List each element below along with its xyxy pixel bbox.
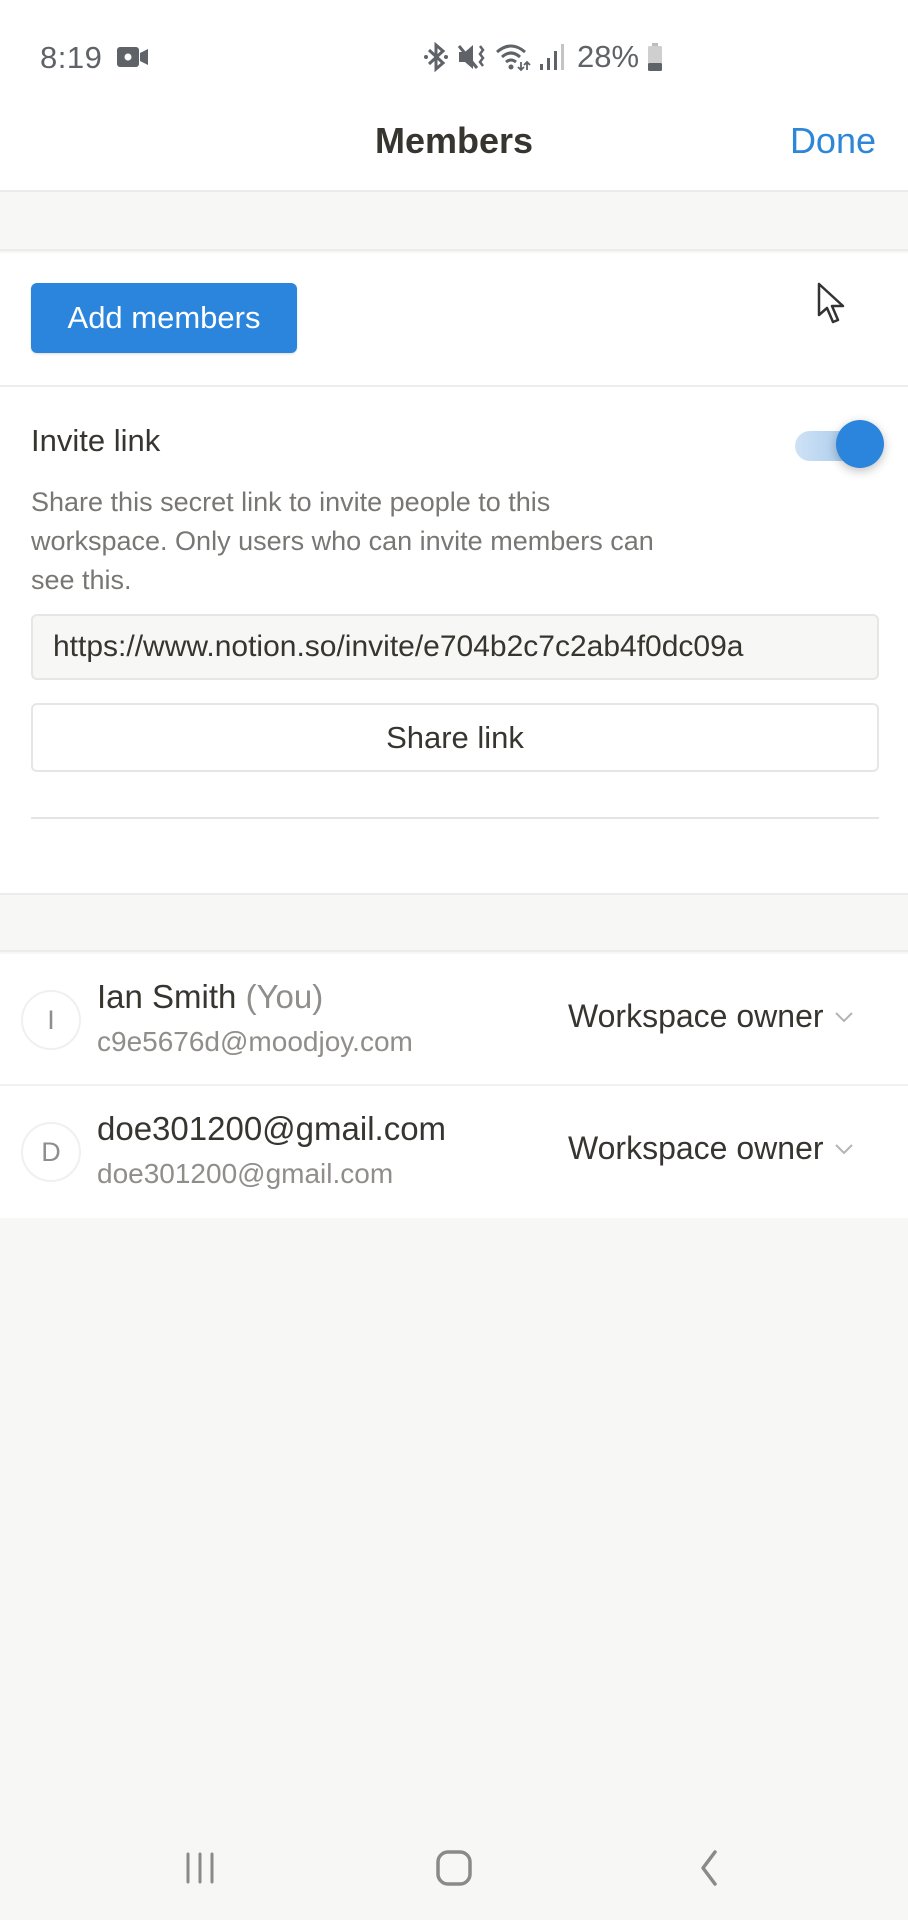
add-members-button[interactable]: Add members — [31, 283, 297, 353]
mute-vibrate-icon — [457, 45, 485, 69]
member-name: Ian Smith (You) — [97, 978, 323, 1016]
header: Members Done — [0, 100, 908, 192]
you-tag: (You) — [245, 978, 324, 1015]
invite-link-label: Invite link — [31, 423, 161, 458]
status-bar: 8:19 28% — [0, 0, 908, 100]
role-label: Workspace owner — [568, 1130, 824, 1166]
role-dropdown[interactable]: Workspace owner — [568, 1130, 854, 1167]
section-spacer — [0, 893, 908, 952]
member-email: c9e5676d@moodjoy.com — [97, 1026, 413, 1057]
home-button[interactable] — [424, 1838, 484, 1898]
done-button[interactable]: Done — [790, 120, 876, 162]
role-dropdown[interactable]: Workspace owner — [568, 998, 854, 1035]
invite-link-description: Share this secret link to invite people … — [31, 487, 654, 595]
role-label: Workspace owner — [568, 998, 824, 1034]
members-list: I Ian Smith (You) c9e5676d@moodjoy.com W… — [0, 954, 908, 1218]
recent-apps-icon — [186, 1852, 214, 1884]
invite-link-toggle[interactable] — [795, 418, 885, 468]
member-row[interactable]: I Ian Smith (You) c9e5676d@moodjoy.com W… — [0, 954, 908, 1086]
section-spacer — [0, 192, 908, 251]
home-icon — [436, 1850, 472, 1886]
system-nav-bar — [0, 1808, 908, 1920]
invite-link-field[interactable] — [31, 614, 879, 680]
status-icons: 28% — [423, 39, 663, 74]
member-name-text: Ian Smith — [97, 978, 237, 1015]
back-button[interactable] — [680, 1838, 740, 1898]
signal-icon — [540, 44, 564, 70]
invite-section: Add members Invite link Share this secre… — [0, 253, 908, 893]
mouse-cursor-icon — [817, 282, 845, 324]
toggle-thumb — [836, 420, 884, 468]
avatar: I — [21, 990, 81, 1050]
video-camera-icon — [117, 47, 148, 67]
member-name-text: doe301200@gmail.com — [97, 1110, 447, 1147]
share-link-button[interactable]: Share link — [31, 703, 879, 772]
avatar: D — [21, 1122, 81, 1182]
member-email: doe301200@gmail.com — [97, 1158, 394, 1189]
bluetooth-icon — [424, 42, 448, 72]
divider — [0, 385, 908, 387]
battery-percent: 28% — [577, 39, 640, 74]
member-row[interactable]: D doe301200@gmail.com doe301200@gmail.co… — [0, 1086, 908, 1218]
battery-icon — [648, 43, 663, 71]
divider — [31, 817, 879, 819]
chevron-down-icon — [834, 1143, 853, 1154]
member-name: doe301200@gmail.com — [97, 1110, 446, 1148]
chevron-down-icon — [834, 1011, 853, 1022]
recent-apps-button[interactable] — [170, 1838, 230, 1898]
status-time: 8:19 — [40, 40, 103, 75]
page-title: Members — [374, 120, 534, 161]
wifi-icon — [496, 44, 531, 72]
back-icon — [701, 1850, 717, 1886]
